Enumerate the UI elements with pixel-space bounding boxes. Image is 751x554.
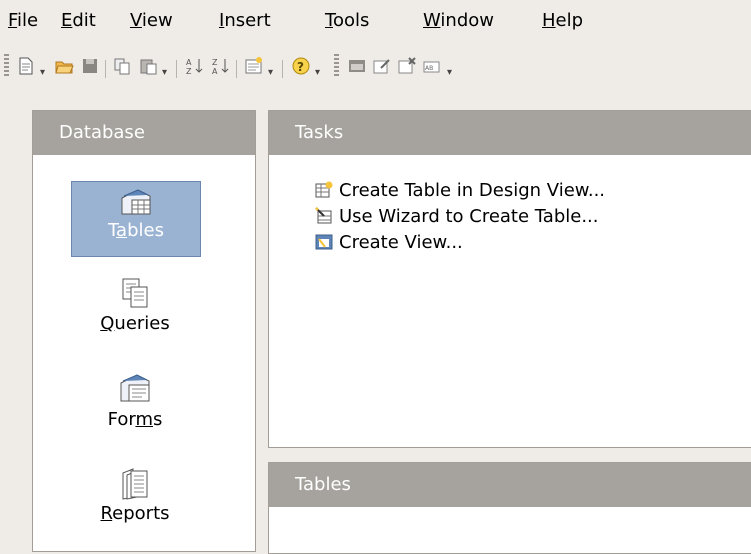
new-dropdown-arrow[interactable]: ▾ xyxy=(40,67,45,78)
svg-text:?: ? xyxy=(297,60,304,74)
help-icon[interactable]: ? xyxy=(291,56,311,76)
svg-text:A: A xyxy=(212,67,218,76)
menu-tools[interactable]: Tools xyxy=(325,10,369,32)
queries-icon xyxy=(122,278,148,308)
tables-icon xyxy=(121,189,151,215)
database-panel: Database Tables Queries Forms Reports xyxy=(32,110,256,552)
svg-text:A: A xyxy=(186,58,192,67)
database-item-tables[interactable]: Tables xyxy=(71,181,201,257)
paste-icon[interactable] xyxy=(138,56,158,76)
menu-edit[interactable]: Edit xyxy=(61,10,96,32)
new-form-icon[interactable] xyxy=(347,56,367,76)
task-create-table-design-view[interactable]: Create Table in Design View... xyxy=(315,179,605,203)
svg-text:Z: Z xyxy=(186,67,192,76)
delete-form-icon[interactable] xyxy=(397,56,417,76)
database-item-reports[interactable]: Reports xyxy=(71,467,199,537)
reports-icon xyxy=(122,468,148,500)
new-document-icon[interactable] xyxy=(16,56,36,76)
toolbar-separator xyxy=(105,60,106,78)
save-icon[interactable] xyxy=(80,56,100,76)
menu-file[interactable]: File xyxy=(8,10,38,32)
toolbar-grip[interactable] xyxy=(334,54,339,78)
tables-panel-header: Tables xyxy=(269,463,751,507)
toolbar-separator xyxy=(176,60,177,78)
task-use-wizard-create-table[interactable]: Use Wizard to Create Table... xyxy=(315,205,599,229)
tasks-panel: Tasks Create Table in Design View... Use… xyxy=(268,110,751,448)
svg-text:Z: Z xyxy=(212,58,218,67)
edit-form-icon[interactable] xyxy=(372,56,392,76)
toolbar-separator xyxy=(282,60,283,78)
form-tools-dropdown-arrow[interactable]: ▾ xyxy=(447,67,452,78)
form-dropdown-arrow[interactable]: ▾ xyxy=(268,67,273,78)
tables-panel: Tables xyxy=(268,462,751,554)
open-folder-icon[interactable] xyxy=(54,56,74,76)
sort-descending-icon[interactable]: ZA xyxy=(211,56,231,76)
table-design-icon xyxy=(315,181,333,198)
menu-window[interactable]: Window xyxy=(423,10,494,32)
toolbar-grip[interactable] xyxy=(4,54,9,78)
menu-help[interactable]: Help xyxy=(542,10,583,32)
database-panel-header: Database xyxy=(33,111,255,155)
sort-ascending-icon[interactable]: AZ xyxy=(185,56,205,76)
menu-bar: File Edit View Insert Tools Window Help xyxy=(0,0,751,40)
menu-insert[interactable]: Insert xyxy=(219,10,271,32)
toolbar-separator xyxy=(236,60,237,78)
standard-toolbar: ▾ ▾ AZ ZA ▾ ? ▾ AB ▾ xyxy=(0,46,751,92)
tasks-panel-header: Tasks xyxy=(269,111,751,155)
svg-text:AB: AB xyxy=(425,65,433,72)
create-view-icon xyxy=(315,234,333,250)
task-create-view[interactable]: Create View... xyxy=(315,231,463,255)
menu-view[interactable]: View xyxy=(130,10,173,32)
forms-icon xyxy=(120,374,150,402)
form-icon[interactable] xyxy=(244,56,264,76)
copy-icon[interactable] xyxy=(112,56,132,76)
database-item-queries[interactable]: Queries xyxy=(71,277,199,347)
help-dropdown-arrow[interactable]: ▾ xyxy=(315,67,320,78)
paste-dropdown-arrow[interactable]: ▾ xyxy=(162,67,167,78)
wizard-icon xyxy=(315,207,332,224)
database-item-forms[interactable]: Forms xyxy=(71,373,199,443)
rename-form-icon[interactable]: AB xyxy=(422,56,442,76)
